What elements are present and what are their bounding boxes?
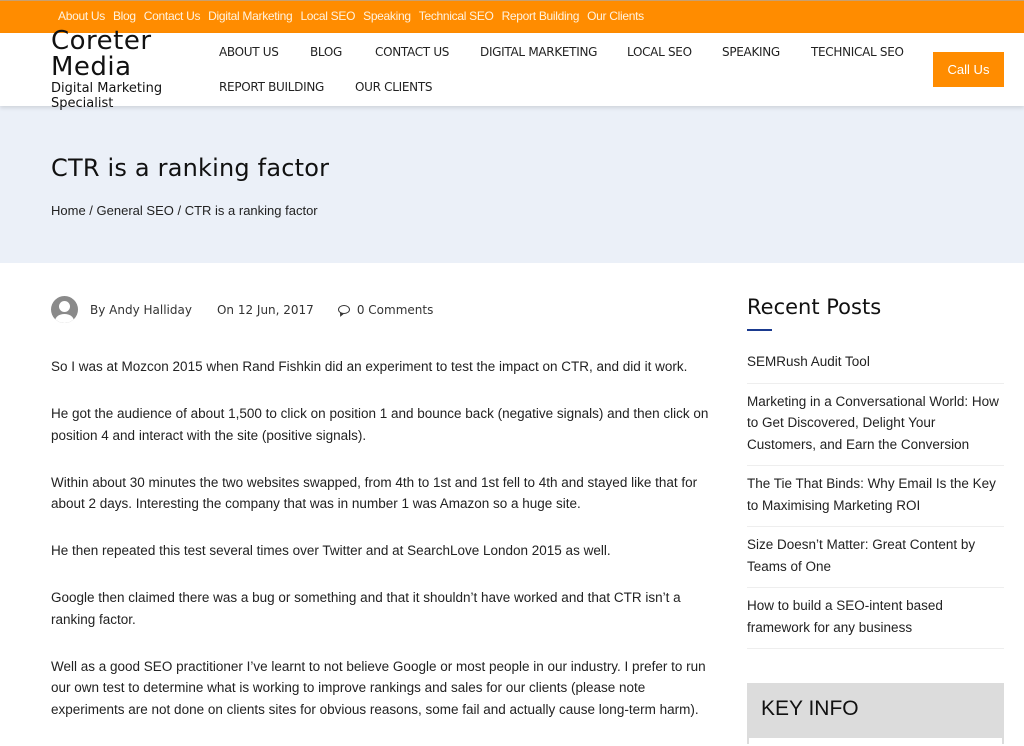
- site-header: Coreter Media Digital Marketing Speciali…: [0, 28, 1024, 110]
- recent-posts-heading: Recent Posts: [747, 295, 882, 319]
- top-link-contact-us[interactable]: Contact Us: [144, 9, 201, 23]
- breadcrumb: Home / General SEO / CTR is a ranking fa…: [51, 203, 318, 218]
- site-logo[interactable]: Coreter Media Digital Marketing Speciali…: [51, 28, 162, 110]
- recent-post-link[interactable]: SEMRush Audit Tool: [747, 351, 1004, 384]
- key-info-body: [749, 738, 1002, 744]
- top-link-digital-marketing[interactable]: Digital Marketing: [208, 9, 293, 23]
- recent-post-link[interactable]: Size Doesn’t Matter: Great Content by Te…: [747, 527, 1004, 588]
- article-paragraph: He got the audience of about 1,500 to cl…: [51, 406, 709, 443]
- nav-technical-seo[interactable]: TECHNICAL SEO: [811, 45, 904, 59]
- recent-post-link[interactable]: Marketing in a Conversational World: How…: [747, 384, 1004, 466]
- logo-tagline-1: Digital Marketing: [51, 81, 163, 96]
- nav-blog[interactable]: BLOG: [310, 45, 342, 59]
- logo-tagline-2: Specialist: [51, 96, 114, 111]
- nav-contact-us[interactable]: CONTACT US: [375, 45, 449, 59]
- nav-speaking[interactable]: SPEAKING: [722, 45, 780, 59]
- top-link-technical-seo[interactable]: Technical SEO: [419, 9, 494, 23]
- breadcrumb-separator: /: [173, 203, 185, 218]
- top-link-local-seo[interactable]: Local SEO: [300, 9, 355, 23]
- key-info-heading: KEY INFO: [761, 697, 859, 720]
- page-title: CTR is a ranking factor: [51, 154, 330, 182]
- article-paragraph: He then repeated this test several times…: [51, 543, 611, 558]
- heading-underline: [747, 329, 772, 331]
- sidebar: Recent Posts SEMRush Audit Tool Marketin…: [747, 295, 1004, 649]
- article-paragraph: So I was at Mozcon 2015 when Rand Fishki…: [51, 359, 688, 374]
- author-avatar-icon: [51, 296, 78, 323]
- recent-post-link[interactable]: How to build a SEO-intent based framewor…: [747, 588, 1004, 649]
- post-meta: By Andy Halliday On 12 Jun, 2017 0 Comme…: [51, 296, 433, 323]
- recent-post-link[interactable]: The Tie That Binds: Why Email Is the Key…: [747, 466, 1004, 527]
- logo-line-1: Coreter: [51, 26, 152, 56]
- post-comments-count[interactable]: 0 Comments: [357, 303, 434, 317]
- key-info-widget: KEY INFO: [747, 683, 1004, 744]
- post-author[interactable]: By Andy Halliday: [90, 303, 192, 317]
- article-paragraph: Google then claimed there was a bug or s…: [51, 590, 681, 627]
- logo-line-2: Media: [51, 52, 132, 82]
- nav-about-us[interactable]: ABOUT US: [219, 45, 279, 59]
- page-banner: CTR is a ranking factor Home / General S…: [0, 106, 1024, 263]
- recent-posts-list: SEMRush Audit Tool Marketing in a Conver…: [747, 351, 1004, 649]
- comment-icon: [337, 305, 350, 314]
- nav-digital-marketing[interactable]: DIGITAL MARKETING: [480, 45, 597, 59]
- post-date: On 12 Jun, 2017: [216, 302, 314, 317]
- breadcrumb-home[interactable]: Home: [51, 203, 86, 218]
- nav-report-building[interactable]: REPORT BUILDING: [219, 80, 324, 94]
- breadcrumb-separator: /: [85, 203, 97, 218]
- top-link-report-building[interactable]: Report Building: [502, 9, 580, 23]
- top-link-speaking[interactable]: Speaking: [363, 9, 411, 23]
- article-body: So I was at Mozcon 2015 when Rand Fishki…: [51, 356, 721, 746]
- top-bar-links: About Us Blog Contact Us Digital Marketi…: [58, 9, 652, 23]
- article-paragraph: Well as a good SEO practitioner I’ve lea…: [51, 658, 706, 717]
- call-us-button[interactable]: Call Us: [933, 52, 1004, 87]
- breadcrumb-general-seo[interactable]: General SEO: [97, 203, 174, 218]
- nav-our-clients[interactable]: OUR CLIENTS: [355, 80, 433, 94]
- article-paragraph: Within about 30 minutes the two websites…: [51, 474, 698, 512]
- top-link-our-clients[interactable]: Our Clients: [587, 9, 644, 23]
- nav-local-seo[interactable]: LOCAL SEO: [627, 45, 692, 59]
- top-link-about-us[interactable]: About Us: [58, 9, 105, 23]
- breadcrumb-current: CTR is a ranking factor: [184, 203, 318, 218]
- top-link-blog[interactable]: Blog: [113, 9, 136, 23]
